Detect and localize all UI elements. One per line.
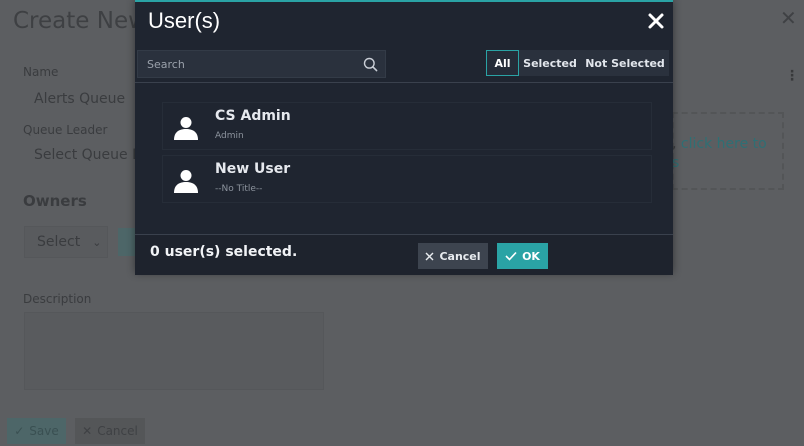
ok-label: OK xyxy=(522,249,540,263)
background-save-button: ✓ Save xyxy=(7,418,66,444)
filter-selected-button[interactable]: Selected xyxy=(519,50,581,76)
owners-add-button xyxy=(118,228,136,256)
upload-hint: , click here to xyxy=(672,136,767,152)
users-modal: User(s) All Selected Not Selected xyxy=(135,0,673,275)
upload-hint-line2: s xyxy=(672,155,680,171)
filter-all-button[interactable]: All xyxy=(486,50,519,76)
user-name: New User xyxy=(215,161,291,177)
modal-footer: 0 user(s) selected. Cancel OK xyxy=(135,234,673,275)
user-row-new-user[interactable]: New User --No Title-- xyxy=(162,155,652,203)
description-textarea xyxy=(24,312,324,390)
background-page-title: Create New xyxy=(13,8,147,34)
background-save-label: Save xyxy=(29,424,59,438)
owners-select: Select ⌄ xyxy=(24,226,108,258)
background-cancel-button: ✕ Cancel xyxy=(75,418,145,444)
owners-label: Owners xyxy=(23,192,87,210)
user-title: Admin xyxy=(215,131,244,141)
kebab-menu-icon: ⋮ xyxy=(785,68,799,84)
background-close-icon: ✕ xyxy=(780,6,797,30)
upload-link: click here to xyxy=(680,136,767,152)
user-name: CS Admin xyxy=(215,108,291,124)
cancel-button[interactable]: Cancel xyxy=(418,243,488,269)
search-icon[interactable] xyxy=(363,57,378,72)
owners-select-value: Select xyxy=(37,234,81,250)
name-field: Alerts Queue xyxy=(34,91,126,107)
background-x-icon: ✕ xyxy=(82,424,93,438)
user-icon xyxy=(174,170,198,193)
close-icon xyxy=(425,252,434,260)
description-label: Description xyxy=(23,292,92,306)
user-title: --No Title-- xyxy=(215,184,263,194)
filter-not-selected-button[interactable]: Not Selected xyxy=(581,50,669,76)
queue-leader-label: Queue Leader xyxy=(23,123,108,137)
close-icon xyxy=(648,13,664,29)
queue-leader-field: Select Queue Le xyxy=(34,147,149,163)
chevron-down-icon: ⌄ xyxy=(92,235,102,249)
background-cancel-label: Cancel xyxy=(97,424,138,438)
check-icon xyxy=(505,251,517,261)
filter-toggle-group: All Selected Not Selected xyxy=(486,50,669,76)
modal-toolbar: All Selected Not Selected xyxy=(135,45,673,83)
search-box xyxy=(137,50,386,78)
ok-button[interactable]: OK xyxy=(497,243,548,269)
close-button[interactable] xyxy=(646,11,666,31)
user-icon xyxy=(174,117,198,140)
selected-count: 0 user(s) selected. xyxy=(150,244,298,260)
user-list: CS Admin Admin New User --No Title-- xyxy=(162,102,652,208)
modal-title: User(s) xyxy=(148,8,221,33)
user-row-cs-admin[interactable]: CS Admin Admin xyxy=(162,102,652,150)
name-label: Name xyxy=(23,65,59,79)
search-input[interactable] xyxy=(138,51,358,77)
background-check-icon: ✓ xyxy=(14,424,25,438)
modal-header: User(s) xyxy=(135,2,673,44)
cancel-label: Cancel xyxy=(439,249,481,263)
